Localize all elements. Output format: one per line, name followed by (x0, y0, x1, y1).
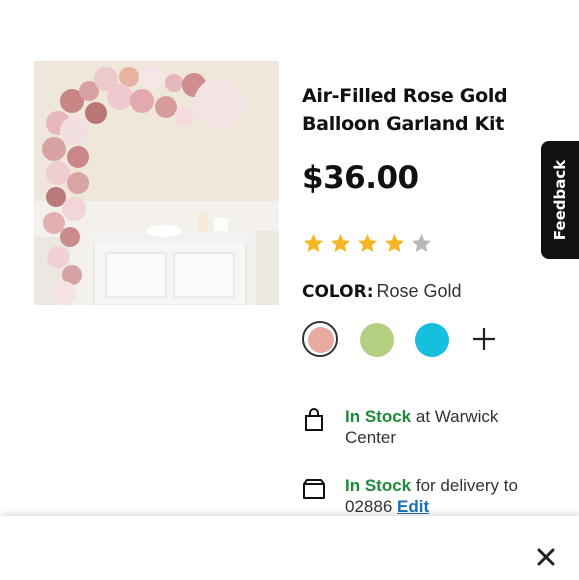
pickup-availability: In Stock at Warwick Center (302, 406, 542, 450)
delivery-availability: In Stock for delivery to 02886 Edit (302, 475, 542, 519)
product-title: Air-Filled Rose Gold Balloon Garland Kit (302, 85, 508, 135)
color-selection: COLOR: Rose Gold (302, 281, 462, 302)
delivery-zip: 02886 (345, 497, 393, 516)
swatch-rose-gold[interactable] (308, 327, 334, 353)
swatch-cyan[interactable] (415, 323, 449, 357)
product-price: $36.00 (302, 160, 419, 196)
box-icon (303, 479, 325, 499)
swatch-sage[interactable] (360, 323, 394, 357)
feedback-label: Feedback (551, 159, 569, 241)
close-icon[interactable] (537, 548, 555, 566)
delivery-detail: for delivery to (415, 476, 518, 495)
star-filled-icon (330, 233, 351, 253)
star-empty-icon (411, 233, 432, 253)
color-label: COLOR: (302, 282, 374, 302)
delivery-status: In Stock (345, 476, 412, 495)
shopping-bag-icon (305, 408, 323, 431)
color-swatches (302, 321, 522, 357)
edit-zip-link[interactable]: Edit (397, 497, 429, 516)
bottom-bar (0, 516, 579, 580)
plus-icon[interactable] (471, 326, 497, 352)
star-filled-icon (357, 233, 378, 253)
feedback-tab[interactable]: Feedback (541, 141, 579, 259)
star-filled-icon (303, 233, 324, 253)
product-image[interactable] (34, 61, 279, 305)
balloon-garland-photo (34, 61, 279, 305)
pickup-status: In Stock (345, 407, 412, 426)
star-rating[interactable] (302, 232, 433, 255)
star-filled-icon (384, 233, 405, 253)
color-value: Rose Gold (376, 281, 462, 301)
